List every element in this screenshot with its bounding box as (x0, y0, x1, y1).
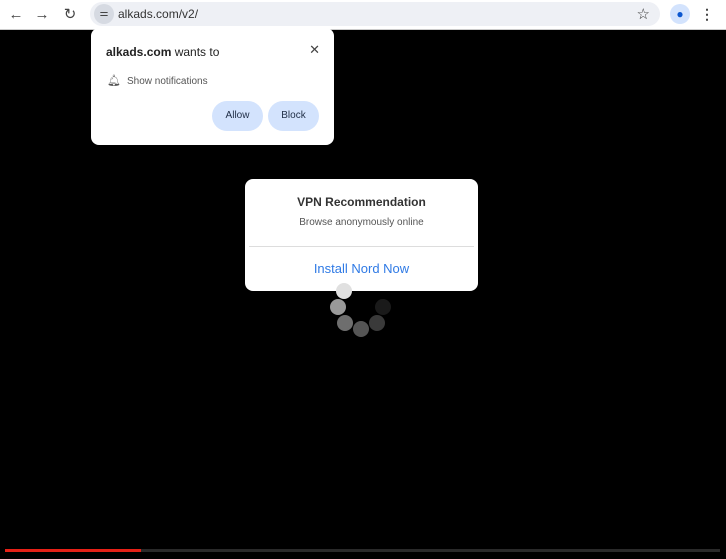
divider (249, 246, 474, 247)
prompt-wants-to: wants to (171, 45, 220, 59)
notification-permission-prompt: alkads.com wants to ✕ 🔔︎ Show notificati… (91, 28, 334, 145)
spinner-dot (353, 321, 369, 337)
reload-icon[interactable]: ↻ (60, 5, 80, 25)
spinner-dot (375, 299, 391, 315)
url-text[interactable]: alkads.com/v2/ (118, 7, 198, 21)
prompt-site: alkads.com (106, 45, 172, 59)
video-progress-bar[interactable] (5, 549, 720, 552)
close-icon[interactable]: ✕ (309, 42, 320, 58)
block-button[interactable]: Block (268, 101, 319, 131)
spinner-dot (336, 283, 352, 299)
permission-text: Show notifications (127, 76, 208, 87)
vpn-subtitle: Browse anonymously online (299, 217, 424, 228)
bookmark-star-icon[interactable]: ☆ (637, 5, 650, 23)
spinner-dot (337, 315, 353, 331)
install-nord-button[interactable]: Install Nord Now (245, 261, 478, 276)
allow-button[interactable]: Allow (212, 101, 263, 131)
vpn-title: VPN Recommendation (297, 195, 426, 209)
spinner-dot (330, 299, 346, 315)
browser-toolbar: ← → ↻ ⚌ alkads.com/v2/ ☆ ● ⋮ (0, 0, 726, 30)
back-icon[interactable]: ← (6, 5, 26, 25)
video-progress-fill (5, 549, 141, 552)
kebab-menu-icon[interactable]: ⋮ (700, 4, 714, 24)
address-bar[interactable]: ⚌ alkads.com/v2/ ☆ (90, 2, 660, 26)
bell-icon: 🔔︎ (107, 75, 121, 87)
vpn-popup: VPN Recommendation Browse anonymously on… (245, 179, 478, 291)
forward-icon[interactable]: → (32, 5, 52, 25)
spinner-dot (369, 315, 385, 331)
prompt-title: alkads.com wants to (106, 45, 219, 59)
site-settings-icon[interactable]: ⚌ (94, 4, 114, 24)
profile-avatar-icon[interactable]: ● (670, 4, 690, 24)
